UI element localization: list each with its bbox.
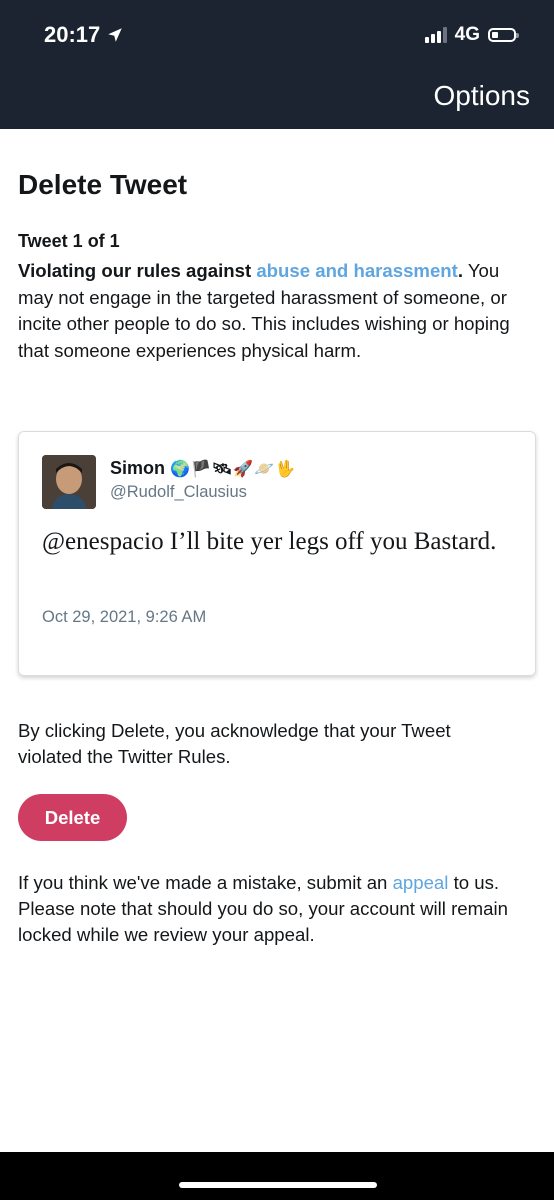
avatar xyxy=(42,455,96,509)
home-indicator[interactable] xyxy=(179,1182,377,1188)
delete-button[interactable]: Delete xyxy=(18,794,127,841)
bottom-bar xyxy=(0,1152,554,1200)
rules-prefix: Violating our rules against xyxy=(18,260,257,281)
rules-notice: Violating our rules against abuse and ha… xyxy=(18,258,518,364)
signal-icon xyxy=(424,27,447,43)
tweet-date: Oct 29, 2021, 9:26 AM xyxy=(42,608,207,626)
tweet-text: @enespacio I’ll bite yer legs off you Ba… xyxy=(42,528,497,555)
page-title: Delete Tweet xyxy=(18,169,188,200)
network-label: 4G xyxy=(454,24,480,45)
tweet-count: Tweet 1 of 1 xyxy=(18,231,120,251)
appeal-link[interactable]: appeal xyxy=(393,872,449,893)
abuse-harassment-link[interactable]: abuse and harassment xyxy=(256,260,458,281)
author-name: Simon xyxy=(110,458,166,478)
tweet-card: Simon 🌍🏴🛰🚀🪐🖖 @Rudolf_Clausius @enespacio… xyxy=(18,431,536,676)
acknowledgement-text: By clicking Delete, you acknowledge that… xyxy=(18,720,451,767)
author-handle: @Rudolf_Clausius xyxy=(110,483,247,501)
options-button[interactable]: Options xyxy=(434,80,531,112)
top-bar: 20:17 4G Options xyxy=(0,0,554,129)
battery-icon xyxy=(488,28,519,42)
appeal-prefix: If you think we've made a mistake, submi… xyxy=(18,872,393,893)
author-emojis: 🌍🏴🛰🚀🪐🖖 xyxy=(170,460,296,478)
location-arrow-icon xyxy=(108,28,123,42)
status-time: 20:17 xyxy=(44,22,124,48)
tweet-author: Simon 🌍🏴🛰🚀🪐🖖 xyxy=(110,458,296,479)
status-indicators: 4G xyxy=(424,24,519,46)
appeal-text: If you think we've made a mistake, submi… xyxy=(18,870,528,948)
